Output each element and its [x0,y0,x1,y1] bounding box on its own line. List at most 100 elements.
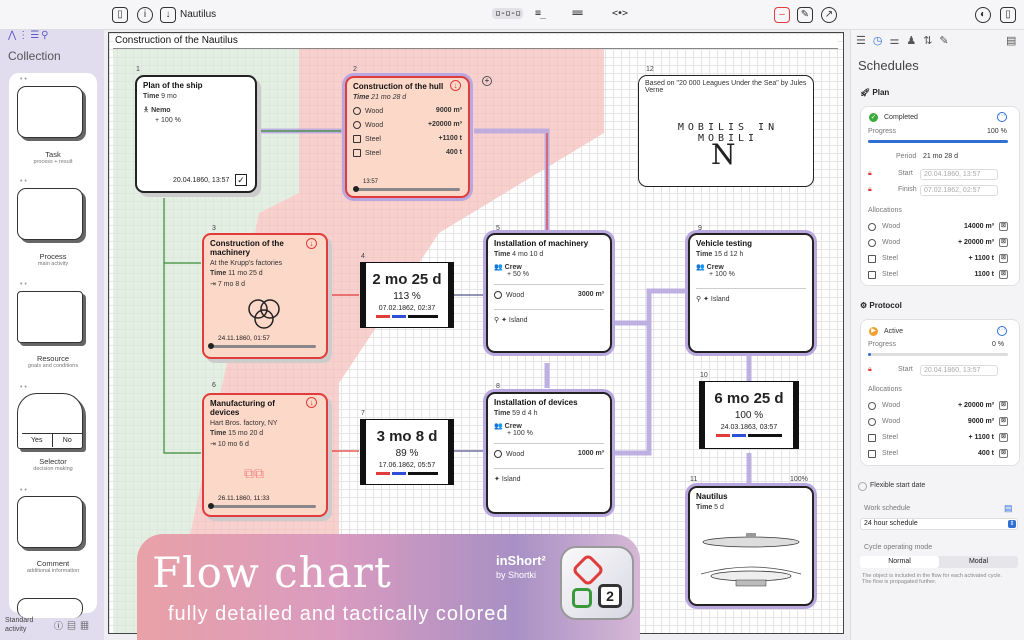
res-name: Wood [506,291,525,299]
resource-shape[interactable] [17,291,83,343]
alloc-toggle-icon[interactable]: ⊠ [999,433,1008,442]
selector-no: No [62,437,72,444]
res-name: Steel [365,149,381,157]
flex-start-radio[interactable] [858,482,867,491]
node-installation-devices[interactable]: Installation of devices Time 59 d 4 h 👥 … [486,392,612,514]
node-time: Time 9 mo [143,93,249,100]
selector-label: Selector [39,457,67,466]
alloc-name: Wood [882,239,901,246]
cycle-modal-option[interactable]: Modal [939,556,1018,568]
protocol-status: Active [884,328,904,335]
edit-icon[interactable]: ✎ [797,7,813,23]
node-plan-of-ship[interactable]: Plan of the ship Time 9 mo 🯅 Nemo + 100 … [135,75,257,193]
time-label: Time [210,270,227,277]
plan-heading-text: Plan [872,88,890,97]
protocol-heading: ⚙︎ Protocol [860,301,902,310]
alloc-toggle-icon[interactable]: ⊠ [999,417,1008,426]
alloc-toggle-icon[interactable]: ⊠ [999,270,1008,279]
milestone-pct: 100 % [734,410,764,421]
milestone-date: 24.03.1863, 03:57 [720,424,778,431]
plan-progress-track [868,140,1008,143]
protocol-progress-fill [868,353,871,356]
task-sub: process + result [33,159,73,165]
inspector-toggle-icon[interactable]: ▯ [1000,7,1016,23]
more-icon[interactable]: ··· [997,326,1007,336]
node-title: Vehicle testing [696,239,753,248]
node-number: 10 [700,372,708,379]
node-pct: 100% [790,476,808,483]
status-down-icon[interactable]: ↓ [306,238,317,249]
plan-finish-field[interactable]: 07.02.1862, 02:57 [920,185,998,196]
calendar-icon[interactable]: ▤ [1004,503,1013,514]
time-label: Time [353,94,370,101]
cycle-mode-segmented[interactable]: Normal Modal [860,556,1018,568]
time-value: 15 d 12 h [714,251,744,258]
node-installation-machinery[interactable]: Installation of machinery Time 4 mo 10 d… [486,233,612,353]
steel-icon [868,255,876,263]
alloc-toggle-icon[interactable]: ⊠ [999,222,1008,231]
node-title: Installation of devices [494,398,578,407]
cycle-normal-option[interactable]: Normal [860,556,939,568]
node-vehicle-testing[interactable]: Vehicle testing Time 15 d 12 h 👥 Crew + … [688,233,814,353]
res-value: 3000 m³ [577,291,604,298]
gantt-view-icon[interactable]: ≡_ [535,8,546,19]
sidebar-tools-icon[interactable]: ⋀⋮☰⚲ [8,30,51,41]
protocol-start-field[interactable]: 20.04.1860, 13:57 [920,365,998,376]
panel-title: Schedules [858,58,919,73]
steel-icon [868,434,876,442]
steel-icon [868,450,876,458]
flow-view-icon[interactable]: ▫-▫-▫ [492,8,524,19]
alloc-toggle-icon[interactable]: ⊠ [999,238,1008,247]
alloc-toggle-icon[interactable]: ⊠ [999,401,1008,410]
node-construction-machinery[interactable]: Construction of the machinery At the Kru… [202,233,328,359]
selector-yes: Yes [22,434,53,447]
node-title: Manufacturing of devices [210,399,275,417]
node-nautilus[interactable]: Nautilus Time 5 d [688,486,814,606]
milestone-4[interactable]: 2 mo 25 d 113 % 07.02.1862, 02:37 [360,262,454,328]
node-construction-hull[interactable]: Construction of the hull Time 21 mo 28 d… [345,76,470,198]
protocol-progress-track [868,353,1008,356]
info-icon[interactable]: i [137,7,153,23]
plan-start-field[interactable]: 20.04.1860, 13:57 [920,169,998,180]
expand-horizontal-icon[interactable]: <•> [612,8,628,19]
navigate-icon[interactable]: ↗ [821,7,837,23]
inspector-tabs[interactable]: ☰◷⚌♟⇅✎ [856,34,956,47]
grip-icon: • • [20,178,27,185]
status-down-icon[interactable]: ↓ [306,397,317,408]
res-name: Steel [365,135,381,143]
milestone-10[interactable]: 6 mo 25 d 100 % 24.03.1863, 03:57 [699,381,799,449]
milestone-7[interactable]: 3 mo 8 d 89 % 17.06.1862, 05:57 [360,419,454,485]
more-icon[interactable]: ··· [997,112,1007,122]
appearance-icon[interactable]: ◐ [975,7,991,23]
work-schedule-select[interactable]: 24 hour schedule ⇕ [860,518,1018,530]
alloc-toggle-icon[interactable]: ⊠ [999,254,1008,263]
node-number: 7 [361,410,365,417]
status-down-icon[interactable]: ↓ [450,80,461,91]
crew-icon: 👥 [696,264,705,271]
location-icon: ⚲ ✦ [696,296,709,303]
folder-shape[interactable] [17,598,83,618]
checkbox-icon[interactable]: ✓ [235,174,247,186]
comment-shape[interactable] [17,496,83,548]
download-icon[interactable]: ↓ [160,7,176,23]
list-view-icon[interactable]: ≡≡ [572,8,583,19]
stop-icon[interactable]: – [774,7,790,23]
sidebar-toggle-icon[interactable]: ▯ [112,7,128,23]
node-manufacturing-devices[interactable]: Manufacturing of devices Hart Bros. fact… [202,393,328,517]
alloc-name: Steel [882,255,898,262]
node-number: 8 [496,383,500,390]
footer-icons[interactable]: ⓘ▤▦ [54,619,93,632]
inspector-settings-icon[interactable]: ▤ [1006,34,1016,47]
task-shape[interactable] [17,86,83,138]
process-shape[interactable] [17,188,83,240]
protocol-icon: ⚙︎ [860,301,868,310]
alloc-toggle-icon[interactable]: ⊠ [999,449,1008,458]
grip-icon: • • [20,487,27,494]
node-sub: Hart Bros. factory, NY [210,420,278,427]
comment-node[interactable]: Based on "20 000 Leagues Under the Sea" … [638,75,814,187]
plan-progress-value: 100 % [987,128,1007,135]
alloc-value: 9000 m³ [967,418,994,425]
add-node-icon[interactable]: + [482,76,492,86]
duration-value: 10 mo 6 d [217,441,249,448]
time-label: Time [210,430,227,437]
